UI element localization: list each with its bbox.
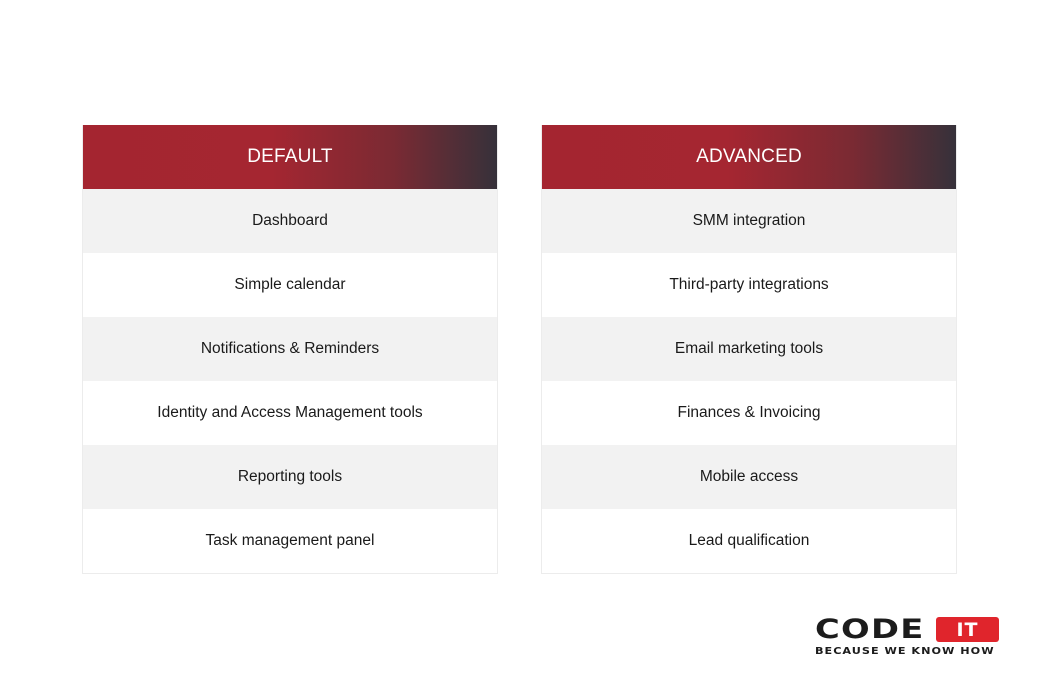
table-row: Dashboard — [83, 189, 497, 253]
table-row: Notifications & Reminders — [83, 317, 497, 381]
table-body: SMM integration Third-party integrations… — [542, 189, 956, 573]
table-row: Reporting tools — [83, 445, 497, 509]
advanced-features-table: ADVANCED SMM integration Third-party int… — [541, 125, 957, 574]
table-body: Dashboard Simple calendar Notifications … — [83, 189, 497, 573]
table-row: Mobile access — [542, 445, 956, 509]
default-features-table: DEFAULT Dashboard Simple calendar Notifi… — [82, 125, 498, 574]
table-header-advanced: ADVANCED — [542, 125, 956, 189]
table-row: Third-party integrations — [542, 253, 956, 317]
logo-badge: IT — [936, 617, 999, 642]
table-row: SMM integration — [542, 189, 956, 253]
table-row: Task management panel — [83, 509, 497, 573]
table-row: Identity and Access Management tools — [83, 381, 497, 445]
table-row: Email marketing tools — [542, 317, 956, 381]
logo-tagline: BECAUSE WE KNOW HOW — [815, 646, 995, 657]
table-row: Lead qualification — [542, 509, 956, 573]
table-row: Simple calendar — [83, 253, 497, 317]
table-row: Finances & Invoicing — [542, 381, 956, 445]
table-header-default: DEFAULT — [83, 125, 497, 189]
logo-brand-text: CODE — [815, 614, 925, 645]
codeit-logo: CODE IT BECAUSE WE KNOW HOW — [815, 616, 1001, 660]
